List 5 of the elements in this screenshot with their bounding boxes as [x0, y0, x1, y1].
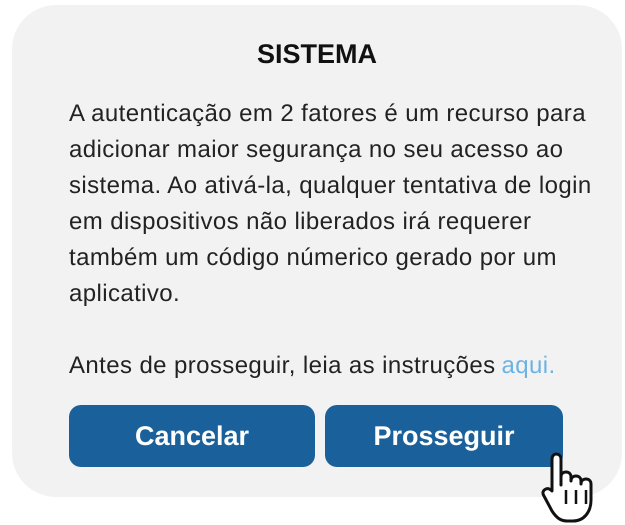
cancel-button[interactable]: Cancelar [69, 405, 315, 467]
instructions-text: Antes de prosseguir, leia as instruções [69, 351, 496, 381]
dialog-title: SISTEMA [256, 39, 378, 70]
message-text: A autenticação em 2 fatores é um recurso para adicionar maior segurança no seu acesso ao sistema. Ao ativá-la, qualquer tentativa de login em dispositivos não liberados irá requerer também um código númerico gerado por um aplicativo. [69, 99, 593, 309]
proceed-button[interactable]: Prosseguir [325, 405, 563, 467]
